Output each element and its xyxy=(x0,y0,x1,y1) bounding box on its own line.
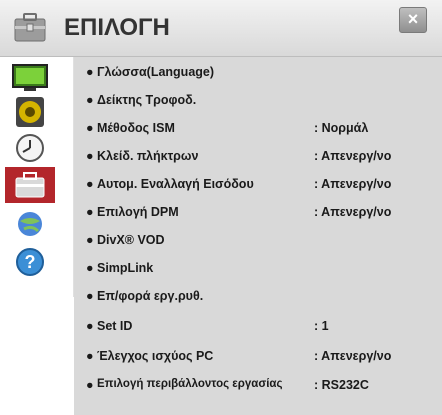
list-item[interactable]: ● Μέθοδος ISM : Νορμάλ xyxy=(86,121,436,143)
speaker-icon[interactable] xyxy=(10,97,50,127)
page-title: ΕΠΙΛΟΓΗ xyxy=(64,14,170,41)
list-item[interactable]: ● SimpLink xyxy=(86,261,436,283)
tv-screen-icon[interactable] xyxy=(10,63,50,93)
list-item[interactable]: ● Κλείδ. πλήκτρων : Απενεργ/νο xyxy=(86,149,436,171)
list-item[interactable]: ● Δείκτης Τροφοδ. xyxy=(86,93,436,115)
help-icon[interactable]: ? xyxy=(10,247,50,277)
list-item[interactable]: ● Επ/φορά εργ.ρυθ. xyxy=(86,289,436,311)
clock-icon[interactable] xyxy=(10,133,50,163)
list-item[interactable]: ● Επιλογή DPM : Απενεργ/νο xyxy=(86,205,436,227)
list-item[interactable]: ● Έλεγχος ισχύος PC : Απενεργ/νο xyxy=(86,349,436,371)
close-button[interactable]: × xyxy=(399,7,427,33)
toolbox-icon xyxy=(14,13,46,42)
menu-list: ● Γλώσσα(Language) ● Δείκτης Τροφοδ. ● Μ… xyxy=(74,57,442,415)
network-globe-icon[interactable] xyxy=(10,209,50,239)
menu-header: ΕΠΙΛΟΓΗ × xyxy=(0,0,442,57)
svg-text:?: ? xyxy=(25,252,36,272)
list-item[interactable]: ● Αυτομ. Εναλλαγή Εισόδου : Απενεργ/νο xyxy=(86,177,436,199)
sidebar-item-option-active[interactable] xyxy=(5,167,55,203)
list-item[interactable]: ● Set ID : 1 xyxy=(86,319,436,341)
toolbox-icon xyxy=(15,172,45,198)
list-item[interactable]: ● DivX® VOD xyxy=(86,233,436,255)
sidebar: ? xyxy=(0,57,74,297)
list-item[interactable]: ● Γλώσσα(Language) xyxy=(86,65,436,87)
list-item[interactable]: ● Επιλογή περιβάλλοντος εργασίας : RS232… xyxy=(86,378,436,400)
